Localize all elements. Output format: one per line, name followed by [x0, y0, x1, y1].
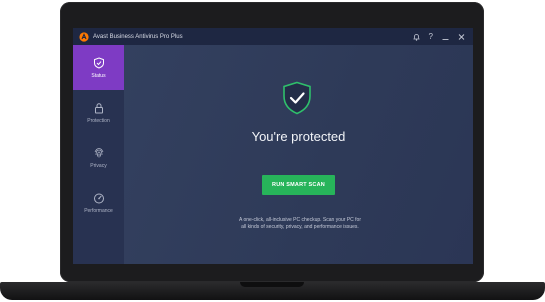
shield-check-icon — [93, 56, 104, 69]
avast-logo-icon — [79, 31, 89, 42]
shield-check-icon — [283, 81, 311, 115]
sidebar-item-label: Protection — [87, 117, 110, 124]
help-icon[interactable]: ? — [429, 32, 433, 41]
close-icon[interactable] — [458, 33, 465, 41]
app-window: Avast Business Antivirus Pro Plus ? Stat… — [73, 28, 473, 264]
sidebar-item-status[interactable]: Status — [73, 45, 124, 90]
sidebar-item-label: Status — [91, 72, 106, 79]
fingerprint-icon — [94, 147, 103, 157]
lock-icon — [94, 102, 103, 113]
status-headline: You're protected — [251, 129, 346, 144]
sidebar-item-protection[interactable]: Protection — [73, 90, 124, 135]
speedometer-icon — [93, 193, 104, 203]
sidebar-item-label: Performance — [84, 207, 113, 214]
sidebar: Status Protection Privacy Performance — [73, 45, 124, 264]
run-smart-scan-button[interactable]: RUN SMART SCAN — [262, 175, 335, 195]
title-bar: Avast Business Antivirus Pro Plus ? — [73, 28, 473, 45]
sidebar-item-privacy[interactable]: Privacy — [73, 135, 124, 180]
sidebar-item-label: Privacy — [90, 162, 107, 169]
app-title: Avast Business Antivirus Pro Plus — [93, 33, 183, 40]
minimize-icon[interactable] — [442, 33, 449, 41]
window-controls: ? — [412, 32, 465, 41]
bell-icon[interactable] — [412, 33, 420, 41]
scan-description: A one-click, all-inclusive PC checkup. S… — [239, 217, 361, 230]
sidebar-item-performance[interactable]: Performance — [73, 180, 124, 225]
main-panel: You're protected RUN SMART SCAN A one-cl… — [124, 45, 473, 264]
laptop-notch — [240, 282, 304, 287]
